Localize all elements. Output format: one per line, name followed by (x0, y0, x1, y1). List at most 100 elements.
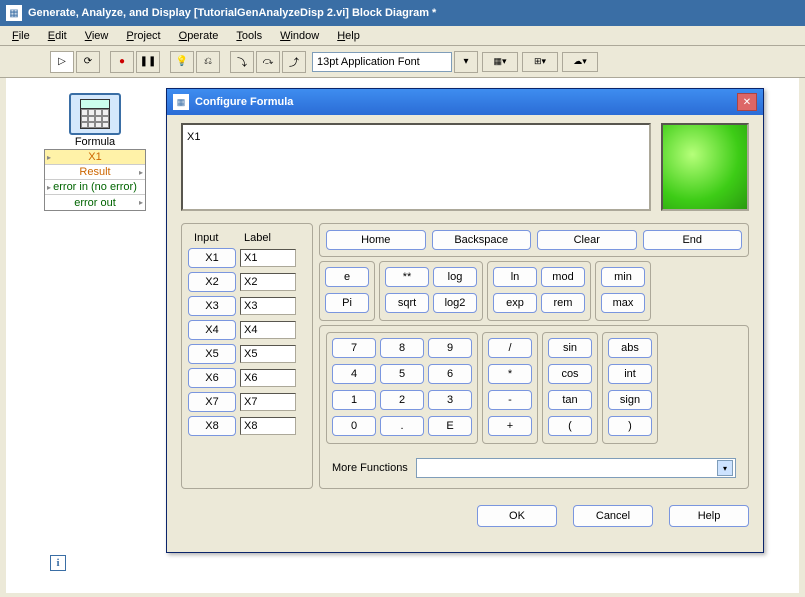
highlight-button[interactable]: 💡 (170, 51, 194, 73)
sign-button[interactable]: sign (608, 390, 652, 410)
num-8-button[interactable]: 8 (380, 338, 424, 358)
input-x2-label[interactable]: X2 (240, 273, 296, 291)
num-4-button[interactable]: 4 (332, 364, 376, 384)
close-button[interactable]: ✕ (737, 93, 757, 111)
input-x7-label[interactable]: X7 (240, 393, 296, 411)
ln-button[interactable]: ln (493, 267, 537, 287)
clear-button[interactable]: Clear (537, 230, 637, 250)
terminal-error-in[interactable]: ▸error in (no error) (45, 180, 145, 195)
cancel-button[interactable]: Cancel (573, 505, 653, 527)
tan-button[interactable]: tan (548, 390, 592, 410)
formula-node[interactable]: Formula ▸X1 Result▸ ▸error in (no error)… (44, 93, 146, 211)
min-button[interactable]: min (601, 267, 645, 287)
step-out-button[interactable]: ⤴ (282, 51, 306, 73)
num-5-button[interactable]: 5 (380, 364, 424, 384)
misc-panel: abs int sign ) (602, 332, 658, 444)
input-x1-label[interactable]: X1 (240, 249, 296, 267)
subtract-button[interactable]: - (488, 390, 532, 410)
dot-button[interactable]: . (380, 416, 424, 436)
multiply-button[interactable]: * (488, 364, 532, 384)
menu-help[interactable]: Help (329, 28, 368, 44)
log-button[interactable]: log (433, 267, 477, 287)
num-3-button[interactable]: 3 (428, 390, 472, 410)
formula-node-body[interactable] (69, 93, 121, 135)
log2-button[interactable]: log2 (433, 293, 477, 313)
input-x4-label[interactable]: X4 (240, 321, 296, 339)
pi-button[interactable]: Pi (325, 293, 369, 313)
run-button[interactable]: ▷ (50, 51, 74, 73)
menu-window[interactable]: Window (272, 28, 327, 44)
num-9-button[interactable]: 9 (428, 338, 472, 358)
power-button[interactable]: ** (385, 267, 429, 287)
input-x2-button[interactable]: X2 (188, 272, 236, 292)
inputs-panel: Input Label X1X1 X2X2 X3X3 X4X4 X5X5 X6X… (181, 223, 313, 489)
num-7-button[interactable]: 7 (332, 338, 376, 358)
input-x4-button[interactable]: X4 (188, 320, 236, 340)
max-button[interactable]: max (601, 293, 645, 313)
more-functions-combo[interactable]: ▾ (416, 458, 736, 478)
help-button[interactable]: Help (669, 505, 749, 527)
retain-wire-button[interactable]: ⎌ (196, 51, 220, 73)
input-x8-label[interactable]: X8 (240, 417, 296, 435)
cos-button[interactable]: cos (548, 364, 592, 384)
input-x6-label[interactable]: X6 (240, 369, 296, 387)
num-0-button[interactable]: 0 (332, 416, 376, 436)
menu-file[interactable]: File (4, 28, 38, 44)
context-help-icon[interactable]: i (50, 555, 66, 571)
end-button[interactable]: End (643, 230, 743, 250)
formula-input[interactable]: X1 (181, 123, 651, 211)
rparen-button[interactable]: ) (608, 416, 652, 436)
step-over-button[interactable]: ⤼ (256, 51, 280, 73)
input-x3-label[interactable]: X3 (240, 297, 296, 315)
align-menu[interactable]: ▦▾ (482, 52, 518, 72)
add-button[interactable]: + (488, 416, 532, 436)
pause-button[interactable]: ❚❚ (136, 51, 160, 73)
input-x7-button[interactable]: X7 (188, 392, 236, 412)
block-diagram-canvas[interactable]: Formula ▸X1 Result▸ ▸error in (no error)… (2, 78, 803, 597)
input-x5-label[interactable]: X5 (240, 345, 296, 363)
exponent-button[interactable]: E (428, 416, 472, 436)
toolbar: ▷ ⟳ ● ❚❚ 💡 ⎌ ⤵ ⤼ ⤴ 13pt Application Font… (0, 46, 805, 78)
abs-button[interactable]: abs (608, 338, 652, 358)
input-x5-button[interactable]: X5 (188, 344, 236, 364)
e-button[interactable]: e (325, 267, 369, 287)
divide-button[interactable]: / (488, 338, 532, 358)
reorder-menu[interactable]: ☁▾ (562, 52, 598, 72)
font-selector[interactable]: 13pt Application Font (312, 52, 452, 72)
input-x6-button[interactable]: X6 (188, 368, 236, 388)
dialog-titlebar[interactable]: ▦ Configure Formula ✕ (167, 89, 763, 115)
sqrt-button[interactable]: sqrt (385, 293, 429, 313)
menu-view[interactable]: View (77, 28, 117, 44)
font-dropdown[interactable]: ▾ (454, 51, 478, 73)
terminal-error-out[interactable]: error out▸ (45, 195, 145, 210)
int-button[interactable]: int (608, 364, 652, 384)
backspace-button[interactable]: Backspace (432, 230, 532, 250)
num-2-button[interactable]: 2 (380, 390, 424, 410)
home-button[interactable]: Home (326, 230, 426, 250)
numpad-panel: 7 8 9 4 5 6 1 2 3 0 . E (326, 332, 478, 444)
terminal-result[interactable]: Result▸ (45, 165, 145, 180)
constants-panel: e Pi (319, 261, 375, 321)
input-x3-button[interactable]: X3 (188, 296, 236, 316)
input-x8-button[interactable]: X8 (188, 416, 236, 436)
lparen-button[interactable]: ( (548, 416, 592, 436)
exp-button[interactable]: exp (493, 293, 537, 313)
distribute-menu[interactable]: ⊞▾ (522, 52, 558, 72)
mod-button[interactable]: mod (541, 267, 585, 287)
minmax-panel: min max (595, 261, 651, 321)
chevron-down-icon: ▾ (717, 460, 733, 476)
menu-operate[interactable]: Operate (171, 28, 227, 44)
ok-button[interactable]: OK (477, 505, 557, 527)
num-6-button[interactable]: 6 (428, 364, 472, 384)
abort-button[interactable]: ● (110, 51, 134, 73)
terminal-x1[interactable]: ▸X1 (45, 150, 145, 165)
run-continuous-button[interactable]: ⟳ (76, 51, 100, 73)
menu-edit[interactable]: Edit (40, 28, 75, 44)
sin-button[interactable]: sin (548, 338, 592, 358)
num-1-button[interactable]: 1 (332, 390, 376, 410)
step-into-button[interactable]: ⤵ (230, 51, 254, 73)
menu-project[interactable]: Project (118, 28, 168, 44)
menu-tools[interactable]: Tools (228, 28, 270, 44)
rem-button[interactable]: rem (541, 293, 585, 313)
input-x1-button[interactable]: X1 (188, 248, 236, 268)
